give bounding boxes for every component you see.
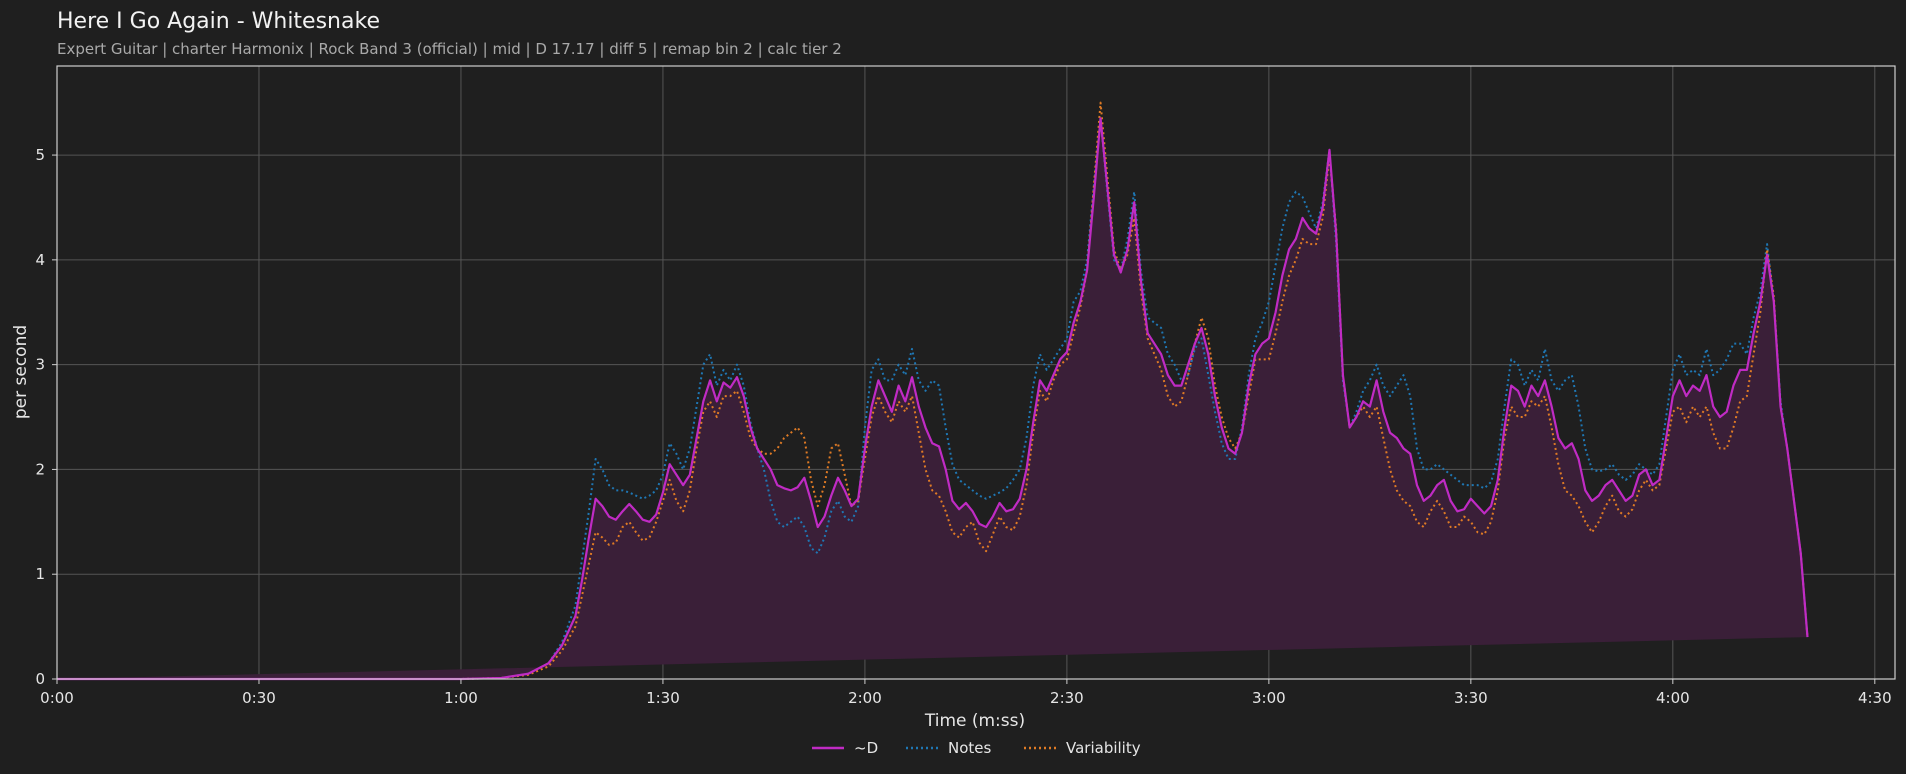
chart-container: Here I Go Again - Whitesnake Expert Guit… [0,0,1906,774]
x-tick-label: 4:00 [1656,689,1690,707]
x-tick-label: 2:30 [1050,689,1084,707]
x-tick-label: 1:00 [444,689,478,707]
y-tick-label: 4 [35,251,45,269]
chart-subtitle: Expert Guitar | charter Harmonix | Rock … [57,40,842,58]
x-tick-label: 3:00 [1252,689,1286,707]
x-tick-label: 0:00 [40,689,74,707]
y-tick-label: 0 [35,670,45,688]
y-tick-label: 5 [35,146,45,164]
y-axis-label: per second [11,325,31,419]
x-axis-label: Time (m:ss) [924,711,1025,731]
legend-label: Variability [1066,739,1141,757]
x-tick-label: 3:30 [1454,689,1488,707]
x-tick-label: 2:00 [848,689,882,707]
x-tick-label: 0:30 [242,689,276,707]
y-tick-label: 3 [35,356,45,374]
chart-svg: Here I Go Again - Whitesnake Expert Guit… [0,0,1906,774]
chart-title: Here I Go Again - Whitesnake [57,9,380,34]
legend-label: ~D [854,739,878,757]
legend-label: Notes [948,739,992,757]
y-tick-label: 1 [35,565,45,583]
x-tick-label: 4:30 [1858,689,1892,707]
y-tick-label: 2 [35,460,45,478]
legend: ~D Notes Variability [812,739,1141,757]
x-tick-label: 1:30 [646,689,680,707]
